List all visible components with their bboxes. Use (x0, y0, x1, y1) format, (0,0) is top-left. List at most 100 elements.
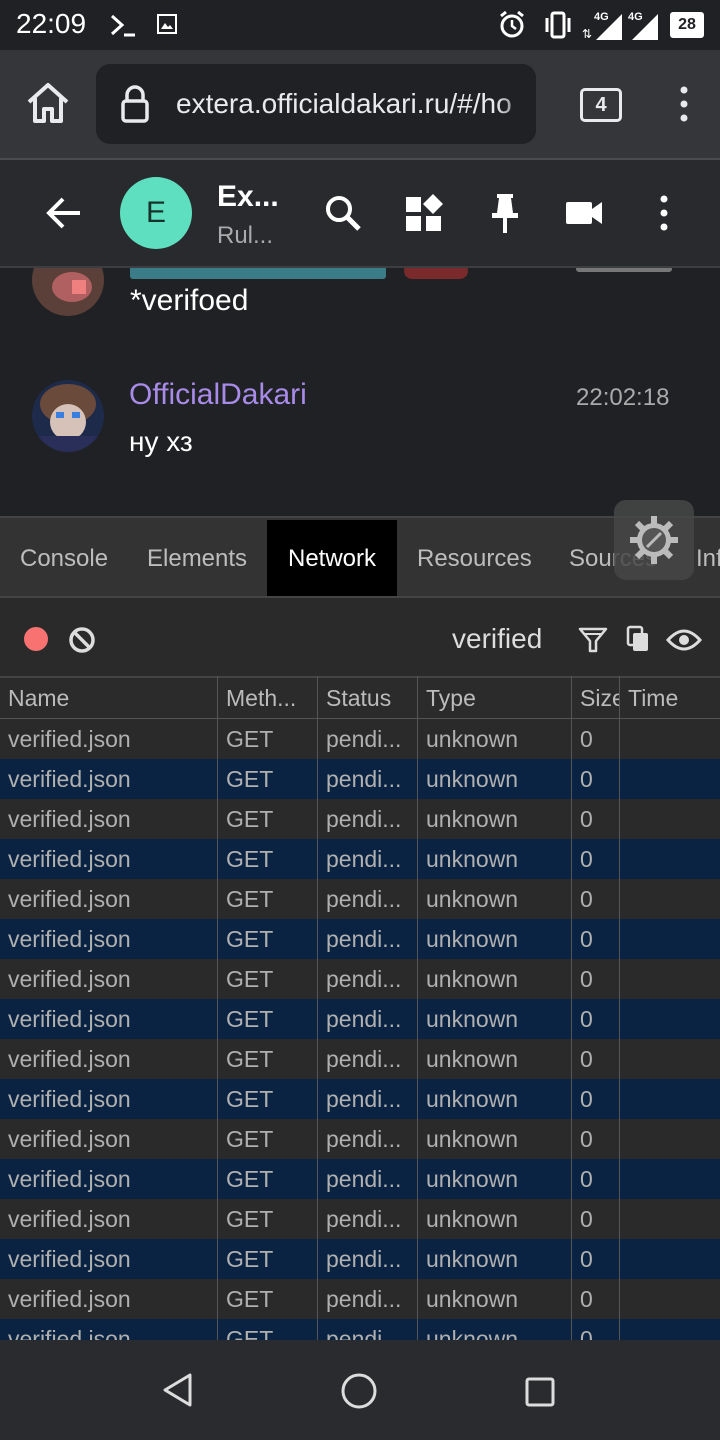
pin-icon[interactable] (490, 191, 520, 235)
tab-resources[interactable]: Resources (417, 520, 532, 598)
table-row[interactable]: verified.json GET pendi... unknown 0 (0, 1039, 720, 1079)
column-header-size[interactable]: Size (572, 678, 619, 718)
cell-status: pendi... (326, 1046, 402, 1072)
table-row[interactable]: verified.json GET pendi... unknown 0 (0, 719, 720, 759)
table-row[interactable]: verified.json GET pendi... unknown 0 (0, 1319, 720, 1342)
table-row[interactable]: verified.json GET pendi... unknown 0 (0, 1239, 720, 1279)
widgets-icon[interactable] (404, 193, 444, 233)
column-header-type[interactable]: Type (418, 678, 571, 718)
cell-method: GET (226, 1126, 274, 1152)
room-menu-icon[interactable] (656, 195, 672, 231)
column-header-status[interactable]: Status (318, 678, 417, 718)
cell-type: unknown (426, 846, 519, 872)
cell-method: GET (226, 1166, 274, 1192)
browser-toolbar: extera.officialdakari.ru/#/ho 4 (0, 50, 720, 158)
devtools-toggle-button[interactable] (614, 500, 694, 580)
user-avatar[interactable] (32, 380, 104, 452)
table-row[interactable]: verified.json GET pendi... unknown 0 (0, 999, 720, 1039)
message-text: ну хз (129, 426, 193, 457)
home-icon[interactable] (26, 82, 70, 124)
cell-size: 0 (580, 806, 593, 832)
table-row[interactable]: verified.json GET pendi... unknown 0 (0, 1159, 720, 1199)
cell-name: verified.json (8, 1166, 131, 1192)
cell-time (620, 959, 720, 999)
message-author[interactable]: OfficialDakari (129, 378, 307, 412)
table-row[interactable]: verified.json GET pendi... unknown 0 (0, 839, 720, 879)
cell-size: 0 (580, 1046, 593, 1072)
cell-status: pendi... (326, 1006, 402, 1032)
cell-method: GET (226, 1246, 274, 1272)
tab-count: 4 (595, 94, 607, 116)
table-row[interactable]: verified.json GET pendi... unknown 0 (0, 879, 720, 919)
cell-method: GET (226, 1086, 274, 1112)
filter-icon[interactable] (578, 626, 608, 654)
table-row[interactable]: verified.json GET pendi... unknown 0 (0, 799, 720, 839)
table-row[interactable]: verified.json GET pendi... unknown 0 (0, 959, 720, 999)
cell-method: GET (226, 726, 274, 752)
tab-switcher-button[interactable]: 4 (580, 88, 622, 122)
url-bar[interactable]: extera.officialdakari.ru/#/ho (96, 64, 536, 144)
cell-time (620, 1159, 720, 1199)
lock-icon[interactable] (120, 84, 150, 124)
column-divider (317, 676, 318, 1340)
room-avatar[interactable]: E (120, 177, 192, 249)
cell-size: 0 (580, 766, 593, 792)
table-row[interactable]: verified.json GET pendi... unknown 0 (0, 919, 720, 959)
cell-status: pendi... (326, 1166, 402, 1192)
cell-type: unknown (426, 966, 519, 992)
copy-icon[interactable] (626, 625, 650, 653)
table-row[interactable]: verified.json GET pendi... unknown 0 (0, 1279, 720, 1319)
cell-size: 0 (580, 726, 593, 752)
cell-type: unknown (426, 1006, 519, 1032)
battery-level: 28 (678, 16, 696, 33)
video-call-icon[interactable] (564, 200, 604, 226)
cell-name: verified.json (8, 886, 131, 912)
message-time: 22:02:18 (576, 384, 670, 411)
url-text[interactable]: extera.officialdakari.ru/#/ho (176, 88, 512, 120)
table-row[interactable]: verified.json GET pendi... unknown 0 (0, 1199, 720, 1239)
devtools-tab-bar: Console Elements Network Resources Sourc… (0, 516, 720, 598)
cell-time (620, 1079, 720, 1119)
filter-input[interactable]: verified (452, 623, 542, 655)
nav-home-icon[interactable] (340, 1372, 378, 1410)
cell-name: verified.json (8, 766, 131, 792)
cell-method: GET (226, 1206, 274, 1232)
tab-console[interactable]: Console (20, 520, 108, 598)
preview-eye-icon[interactable] (666, 628, 702, 652)
table-row[interactable]: verified.json GET pendi... unknown 0 (0, 759, 720, 799)
tab-info[interactable]: Info (696, 520, 720, 598)
tab-network[interactable]: Network (267, 520, 398, 598)
cell-type: unknown (426, 1086, 519, 1112)
nav-back-icon[interactable] (162, 1372, 194, 1408)
column-header-name[interactable]: Name (0, 678, 217, 718)
cell-status: pendi... (326, 806, 402, 832)
chat-header: E Ex... Rul... (0, 160, 720, 266)
cell-name: verified.json (8, 1126, 131, 1152)
column-header-method[interactable]: Meth... (218, 678, 317, 718)
cell-method: GET (226, 806, 274, 832)
message-time-clipped (576, 268, 672, 272)
browser-menu-icon[interactable] (676, 86, 692, 122)
cell-size: 0 (580, 1206, 593, 1232)
cell-size: 0 (580, 1006, 593, 1032)
column-header-time[interactable]: Time (620, 678, 720, 718)
cell-status: pendi... (326, 1246, 402, 1272)
cell-status: pendi... (326, 1126, 402, 1152)
table-row[interactable]: verified.json GET pendi... unknown 0 (0, 1119, 720, 1159)
cell-type: unknown (426, 1166, 519, 1192)
cell-size: 0 (580, 1086, 593, 1112)
alarm-icon (500, 10, 524, 38)
user-avatar[interactable] (32, 268, 104, 316)
room-title[interactable]: Ex... (217, 180, 279, 214)
cell-status: pendi... (326, 1086, 402, 1112)
cell-name: verified.json (8, 846, 131, 872)
back-arrow-icon[interactable] (46, 197, 82, 229)
record-icon[interactable] (24, 627, 48, 651)
settings-gear-icon[interactable] (628, 514, 680, 566)
search-icon[interactable] (324, 194, 362, 232)
table-row[interactable]: verified.json GET pendi... unknown 0 (0, 1079, 720, 1119)
cell-time (620, 719, 720, 759)
clear-icon[interactable] (68, 626, 96, 654)
tab-elements[interactable]: Elements (147, 520, 247, 598)
nav-recents-icon[interactable] (524, 1376, 556, 1408)
